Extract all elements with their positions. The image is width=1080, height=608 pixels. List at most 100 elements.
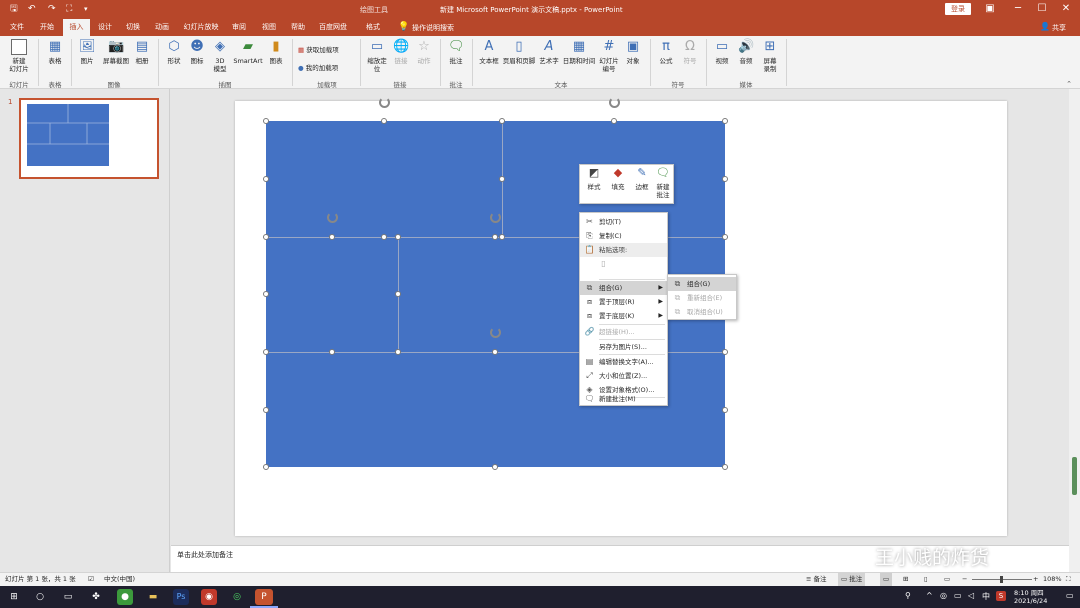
submenu-group[interactable]: ⧉ 组合(G)	[668, 277, 736, 291]
table-button[interactable]: ▦ 表格	[42, 39, 68, 65]
powerpoint-taskbar-icon[interactable]: P	[255, 589, 273, 605]
resize-handle[interactable]	[381, 118, 387, 124]
action-button[interactable]: ☆ 动作	[413, 39, 435, 65]
resize-handle[interactable]	[722, 349, 728, 355]
scroll-thumb[interactable]	[1072, 457, 1077, 495]
resize-handle[interactable]	[722, 464, 728, 470]
shapes-button[interactable]: ⬡ 形状	[162, 39, 186, 65]
file-explorer-icon[interactable]: ▬	[145, 589, 161, 605]
screen-recording-button[interactable]: ⊞ 屏幕 录制	[758, 39, 782, 73]
volume-icon[interactable]: ◁	[968, 591, 974, 600]
tab-view[interactable]: 视图	[256, 19, 282, 36]
resize-handle[interactable]	[492, 349, 498, 355]
get-addins-button[interactable]: ▦ 获取加载项	[298, 44, 339, 54]
resize-handle[interactable]	[395, 349, 401, 355]
menu-group[interactable]: ⧉ 组合(G) ▶	[580, 281, 667, 295]
share-icon[interactable]: 👤	[1040, 22, 1050, 31]
slideshow-start-icon[interactable]: ⛶	[66, 3, 72, 15]
pinwheel-app-icon[interactable]: ✤	[88, 589, 104, 605]
object-button[interactable]: ▣ 对象	[621, 39, 645, 65]
tab-slideshow[interactable]: 幻灯片放映	[180, 19, 222, 36]
tab-baidu-netdisk[interactable]: 百度网盘	[314, 19, 352, 36]
resize-handle[interactable]	[263, 234, 269, 240]
menu-size-position[interactable]: ⤢ 大小和位置(Z)...	[580, 369, 667, 383]
equation-button[interactable]: π 公式	[654, 39, 678, 65]
tab-format[interactable]: 格式	[360, 19, 386, 36]
menu-copy[interactable]: ⎘ 复制(C)	[580, 229, 667, 243]
audio-button[interactable]: 🔊 音频	[734, 39, 758, 65]
textbox-button[interactable]: A 文本框	[476, 39, 502, 65]
my-addins-button[interactable]: ● 我的加载项	[298, 62, 338, 72]
resize-handle[interactable]	[329, 349, 335, 355]
submenu-ungroup[interactable]: ⧉ 取消组合(U)	[668, 305, 736, 319]
slide-number-button[interactable]: # 幻灯片 编号	[597, 39, 621, 73]
resize-handle[interactable]	[395, 234, 401, 240]
zoom-button[interactable]: ▭ 缩放定 位	[364, 39, 390, 73]
save-icon[interactable]: 🖫	[10, 3, 18, 15]
smartart-button[interactable]: ▰ SmartArt	[232, 39, 264, 65]
symbol-button[interactable]: Ω 符号	[678, 39, 702, 65]
outline-button[interactable]: ✎ 边框	[632, 167, 652, 191]
ribbon-display-options-icon[interactable]: ▣	[976, 2, 1004, 16]
zoom-slider-thumb[interactable]	[1000, 576, 1003, 583]
rotate-handle-icon[interactable]	[490, 327, 501, 338]
menu-bring-to-front[interactable]: ⧈ 置于顶层(R) ▶	[580, 295, 667, 309]
screenshot-button[interactable]: 📷 屏幕截图	[100, 39, 132, 65]
style-button[interactable]: ◩ 样式	[584, 167, 604, 191]
network-icon[interactable]: ▭	[954, 591, 962, 600]
resize-handle[interactable]	[499, 118, 505, 124]
customize-qat-icon[interactable]: ▾	[84, 3, 88, 15]
menu-edit-alt-text[interactable]: ▤ 编辑替换文字(A)...	[580, 355, 667, 369]
tab-file[interactable]: 文件	[4, 19, 30, 36]
tab-design[interactable]: 设计	[92, 19, 118, 36]
tab-home[interactable]: 开始	[34, 19, 60, 36]
login-button[interactable]: 登录	[945, 3, 971, 15]
resize-handle[interactable]	[263, 176, 269, 182]
resize-handle[interactable]	[722, 407, 728, 413]
resize-handle[interactable]	[263, 291, 269, 297]
picture-button[interactable]: 🖼 图片	[74, 39, 100, 65]
tab-animations[interactable]: 动画	[148, 19, 176, 36]
windows-start-icon[interactable]: ⊞	[6, 589, 22, 605]
resize-handle[interactable]	[263, 407, 269, 413]
photoshop-icon[interactable]: Ps	[173, 589, 189, 605]
menu-save-as-picture[interactable]: 另存为图片(S)...	[580, 340, 667, 354]
vertical-scrollbar[interactable]	[1069, 89, 1080, 572]
tray-chevron-icon[interactable]: ^	[926, 591, 933, 600]
header-footer-button[interactable]: ▯ 页眉和页脚	[500, 39, 538, 65]
link-button[interactable]: 🌐 链接	[390, 39, 412, 65]
resize-handle[interactable]	[263, 349, 269, 355]
rotate-handle-icon[interactable]	[327, 212, 338, 223]
resize-handle[interactable]	[492, 464, 498, 470]
menu-cut[interactable]: ✂ 剪切(T)	[580, 215, 667, 229]
resize-handle[interactable]	[329, 234, 335, 240]
resize-handle[interactable]	[263, 464, 269, 470]
resize-handle[interactable]	[722, 176, 728, 182]
tab-transitions[interactable]: 切换	[120, 19, 146, 36]
wordart-button[interactable]: A 艺术字	[537, 39, 561, 65]
rotate-handle-icon[interactable]	[609, 97, 620, 108]
chart-button[interactable]: ▮ 图表	[264, 39, 288, 65]
clock-date[interactable]: 2021/6/24	[1014, 597, 1047, 605]
tab-help[interactable]: 帮助	[286, 19, 310, 36]
redo-icon[interactable]: ↷	[48, 3, 56, 15]
person-icon[interactable]: ⚲	[905, 591, 911, 600]
date-time-button[interactable]: ▦ 日期和时间	[561, 39, 597, 65]
resize-handle[interactable]	[263, 118, 269, 124]
menu-paste-picture-option[interactable]: ▯	[580, 257, 667, 277]
close-icon[interactable]: ✕	[1052, 2, 1080, 16]
fill-button[interactable]: ◆ 填充	[608, 167, 628, 191]
tab-insert[interactable]: 插入	[63, 19, 90, 36]
menu-new-comment[interactable]: 🗨 新建批注(M)	[580, 392, 667, 406]
resize-handle[interactable]	[381, 234, 387, 240]
comment-button[interactable]: 🗨 批注	[444, 39, 468, 65]
menu-send-to-back[interactable]: ⧈ 置于底层(K) ▶	[580, 309, 667, 323]
icons-button[interactable]: ☻ 图标	[186, 39, 208, 65]
resize-handle[interactable]	[499, 234, 505, 240]
browser-app-icon[interactable]: ●	[117, 589, 133, 605]
clock-time[interactable]: 8:10 周四	[1014, 587, 1044, 597]
slide-thumbnail[interactable]	[19, 98, 159, 179]
ime-indicator[interactable]: 中	[982, 591, 990, 602]
rotate-handle-icon[interactable]	[379, 97, 390, 108]
notes-toggle[interactable]: ≡ 备注	[806, 573, 827, 586]
